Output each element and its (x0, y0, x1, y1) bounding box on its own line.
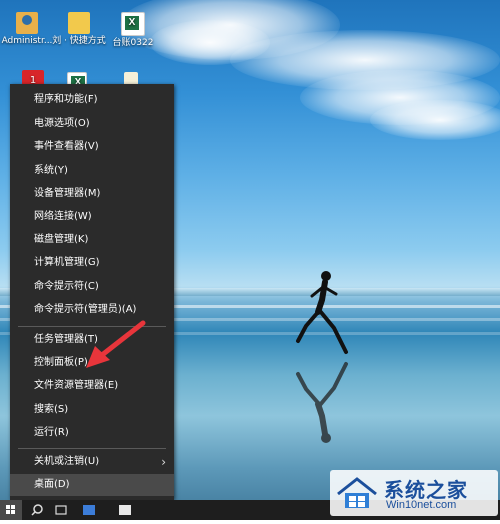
menu-item-label: 命令提示符(C) (34, 281, 99, 292)
desktop-icon-excel[interactable]: 台账0322 (104, 12, 162, 49)
desktop-icon-administrator[interactable]: Administr... (0, 12, 56, 47)
menu-item-label: 系统(Y) (34, 165, 68, 176)
menu-item-command-prompt-admin[interactable]: 命令提示符(管理员)(A) (10, 299, 174, 321)
windows-logo-icon (6, 505, 15, 514)
menu-item-label: 命令提示符(管理员)(A) (34, 304, 137, 315)
menu-separator (18, 326, 166, 327)
menu-item-label: 任务管理器(T) (34, 334, 98, 345)
menu-separator (18, 448, 166, 449)
chevron-right-icon: › (161, 455, 166, 469)
desktop-icon-shortcut[interactable]: 刘 · 快捷方式 (50, 12, 108, 47)
menu-item-run[interactable]: 运行(R) (10, 422, 174, 444)
menu-item-power-options[interactable]: 电源选项(O) (10, 113, 174, 135)
taskbar-app-button[interactable] (78, 500, 100, 520)
desktop-icon-label: Administr... (1, 36, 53, 46)
menu-item-label: 文件资源管理器(E) (34, 380, 119, 391)
winx-context-menu: 程序和功能(F) 电源选项(O) 事件查看器(V) 系统(Y) 设备管理器(M)… (10, 84, 174, 500)
menu-item-command-prompt[interactable]: 命令提示符(C) (10, 276, 174, 298)
task-view-icon (55, 505, 67, 515)
menu-item-network-connections[interactable]: 网络连接(W) (10, 206, 174, 228)
menu-item-device-manager[interactable]: 设备管理器(M) (10, 183, 174, 205)
watermark: 系统之家 Win10net.com (330, 470, 498, 516)
menu-item-label: 运行(R) (34, 427, 69, 438)
task-view-button[interactable] (50, 500, 72, 520)
house-logo-icon (337, 477, 377, 508)
menu-item-label: 事件查看器(V) (34, 141, 99, 152)
menu-item-disk-management[interactable]: 磁盘管理(K) (10, 229, 174, 251)
menu-item-computer-management[interactable]: 计算机管理(G) (10, 252, 174, 274)
menu-item-label: 网络连接(W) (34, 211, 92, 222)
shortcut-icon (68, 12, 90, 34)
menu-item-label: 搜索(S) (34, 404, 69, 415)
menu-item-desktop[interactable]: 桌面(D) (10, 474, 174, 496)
menu-item-label: 电源选项(O) (34, 118, 90, 129)
user-folder-icon (16, 12, 38, 34)
menu-item-shutdown-signout[interactable]: 关机或注销(U) › (10, 451, 174, 473)
desktop-icon-label: 刘 · 快捷方式 (52, 36, 106, 46)
menu-item-label: 程序和功能(F) (34, 94, 98, 105)
search-icon (31, 504, 43, 516)
taskbar-search-button[interactable] (26, 500, 48, 520)
app-icon (83, 505, 95, 515)
menu-item-label: 控制面板(P) (34, 357, 88, 368)
desktop-icon-label: 台账0322 (112, 38, 154, 48)
watermark-url: Win10net.com (386, 499, 457, 511)
menu-item-file-explorer[interactable]: 文件资源管理器(E) (10, 375, 174, 397)
menu-item-task-manager[interactable]: 任务管理器(T) (10, 329, 174, 351)
app-icon (119, 505, 131, 515)
taskbar-app-button[interactable] (114, 500, 136, 520)
menu-item-label: 关机或注销(U) (34, 456, 100, 467)
menu-item-label: 计算机管理(G) (34, 257, 100, 268)
menu-item-label: 桌面(D) (34, 479, 70, 490)
menu-item-programs-features[interactable]: 程序和功能(F) (10, 89, 174, 111)
menu-item-system[interactable]: 系统(Y) (10, 160, 174, 182)
menu-item-search[interactable]: 搜索(S) (10, 399, 174, 421)
excel-icon (121, 12, 145, 36)
menu-item-event-viewer[interactable]: 事件查看器(V) (10, 136, 174, 158)
menu-item-label: 磁盘管理(K) (34, 234, 89, 245)
menu-item-label: 设备管理器(M) (34, 188, 101, 199)
start-button[interactable] (0, 500, 22, 520)
menu-item-control-panel[interactable]: 控制面板(P) (10, 352, 174, 374)
